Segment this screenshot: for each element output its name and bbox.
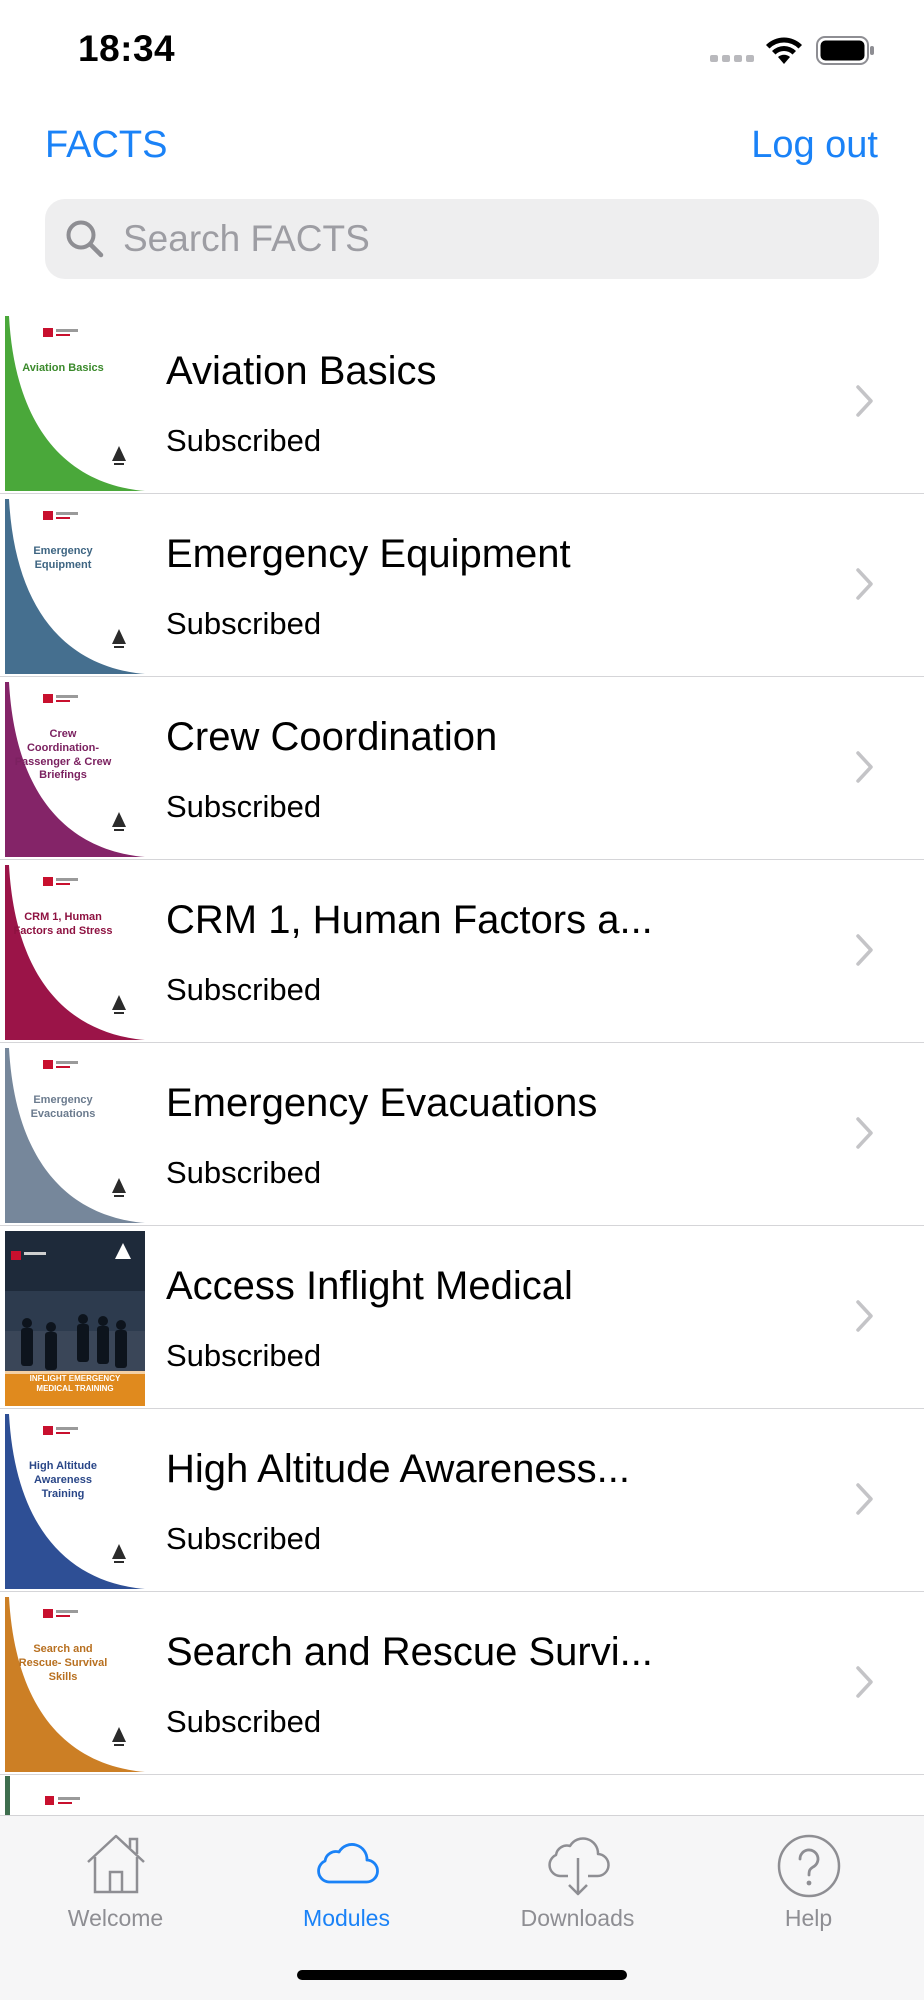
- module-cover-image: Emergency Evacuations: [5, 1048, 145, 1223]
- module-status: Subscribed: [166, 606, 322, 641]
- tab-label: Modules: [303, 1905, 390, 1931]
- tab-label: Downloads: [520, 1905, 635, 1931]
- module-cover-image: Search and Rescue- Survival Skills: [5, 1597, 145, 1772]
- cover-title-text: Emergency Evacuations: [30, 1094, 96, 1120]
- module-title: Access Inflight Medical: [166, 1264, 573, 1308]
- module-list-item[interactable]: High Altitude Awareness Training High Alt…: [0, 1409, 924, 1592]
- module-list-item[interactable]: Emergency Equipment Emergency Equipment Su…: [0, 494, 924, 677]
- chevron-right-icon: [856, 1300, 873, 1332]
- module-status: Subscribed: [166, 1521, 322, 1556]
- chevron-right-icon: [856, 934, 873, 966]
- cover-title-text: Crew Coordination- Passenger & Crew Brie…: [14, 728, 112, 782]
- house-icon: [86, 1834, 145, 1894]
- tab-downloads[interactable]: Downloads: [462, 1816, 693, 1936]
- cellular-signal-icon: [710, 55, 754, 63]
- search-icon: [66, 220, 104, 258]
- status-bar: 18:34: [0, 0, 924, 100]
- module-status: Subscribed: [166, 1338, 322, 1373]
- module-list-item[interactable]: Aviation Basics Aviation Basics Subscribed: [0, 311, 924, 494]
- cover-title-text: CRM 1, Human Factors and Stress: [13, 911, 113, 937]
- battery-icon: [816, 36, 874, 65]
- logout-button[interactable]: Log out: [751, 124, 878, 167]
- module-title: Emergency Evacuations: [166, 1081, 598, 1125]
- module-status: Subscribed: [166, 423, 322, 458]
- cover-title-text: Aviation Basics: [22, 362, 104, 374]
- module-title: CRM 1, Human Factors a...: [166, 898, 653, 942]
- module-title: High Altitude Awareness...: [166, 1447, 630, 1491]
- module-cover-image: Emergency Equipment: [5, 499, 145, 674]
- tab-welcome[interactable]: Welcome: [0, 1816, 231, 1936]
- cover-title-text: Emergency Equipment: [33, 545, 93, 571]
- module-list-item[interactable]: Crew Coordination- Passenger & Crew Brie…: [0, 677, 924, 860]
- cover-title-text: High Altitude Awareness Training: [28, 1460, 98, 1500]
- home-indicator: [297, 1970, 627, 1980]
- tab-label: Help: [784, 1905, 833, 1931]
- tab-label: Welcome: [67, 1905, 164, 1931]
- module-title: Search and Rescue Survi...: [166, 1630, 653, 1674]
- module-cover-image: [5, 1776, 145, 1816]
- partial-list-item[interactable]: [0, 1776, 924, 1816]
- module-title: Emergency Equipment: [166, 532, 571, 576]
- module-title: Crew Coordination: [166, 715, 498, 759]
- module-cover-image: Crew Coordination- Passenger & Crew Brie…: [5, 682, 145, 857]
- module-status: Subscribed: [166, 1704, 322, 1739]
- cloud-download-icon: [547, 1837, 610, 1896]
- tab-help[interactable]: Help: [693, 1816, 924, 1936]
- search-input[interactable]: [111, 199, 851, 279]
- module-cover-image: Aviation Basics: [5, 316, 145, 491]
- module-title: Aviation Basics: [166, 349, 437, 393]
- chevron-right-icon: [856, 568, 873, 600]
- chevron-right-icon: [856, 385, 873, 417]
- cover-title-text: INFLIGHT EMERGENCY MEDICAL TRAINING: [29, 1374, 121, 1393]
- chevron-right-icon: [856, 1117, 873, 1149]
- help-icon: [777, 1834, 840, 1898]
- module-status: Subscribed: [166, 789, 322, 824]
- cloud-icon: [316, 1843, 379, 1884]
- chevron-right-icon: [856, 1483, 873, 1515]
- tab-modules[interactable]: Modules: [231, 1816, 462, 1936]
- module-list-item[interactable]: Search and Rescue- Survival Skills Search…: [0, 1592, 924, 1775]
- module-list: Aviation Basics Aviation Basics Subscribed…: [0, 311, 924, 1775]
- facts-back-link[interactable]: FACTS: [45, 124, 167, 167]
- module-cover-image: High Altitude Awareness Training: [5, 1414, 145, 1589]
- module-status: Subscribed: [166, 972, 322, 1007]
- module-list-item[interactable]: INFLIGHT EMERGENCY MEDICAL TRAINING Acces…: [0, 1226, 924, 1409]
- search-bar[interactable]: [45, 199, 879, 279]
- module-list-item[interactable]: CRM 1, Human Factors and Stress CRM 1, Hu…: [0, 860, 924, 1043]
- cover-title-text: Search and Rescue- Survival Skills: [18, 1643, 108, 1683]
- module-status: Subscribed: [166, 1155, 322, 1190]
- module-list-item[interactable]: Emergency Evacuations Emergency Evacuatio…: [0, 1043, 924, 1226]
- module-cover-image: CRM 1, Human Factors and Stress: [5, 865, 145, 1040]
- wifi-icon: [766, 37, 802, 64]
- chevron-right-icon: [856, 751, 873, 783]
- chevron-right-icon: [856, 1666, 873, 1698]
- module-cover-image: INFLIGHT EMERGENCY MEDICAL TRAINING: [5, 1231, 145, 1406]
- status-time: 18:34: [78, 28, 176, 69]
